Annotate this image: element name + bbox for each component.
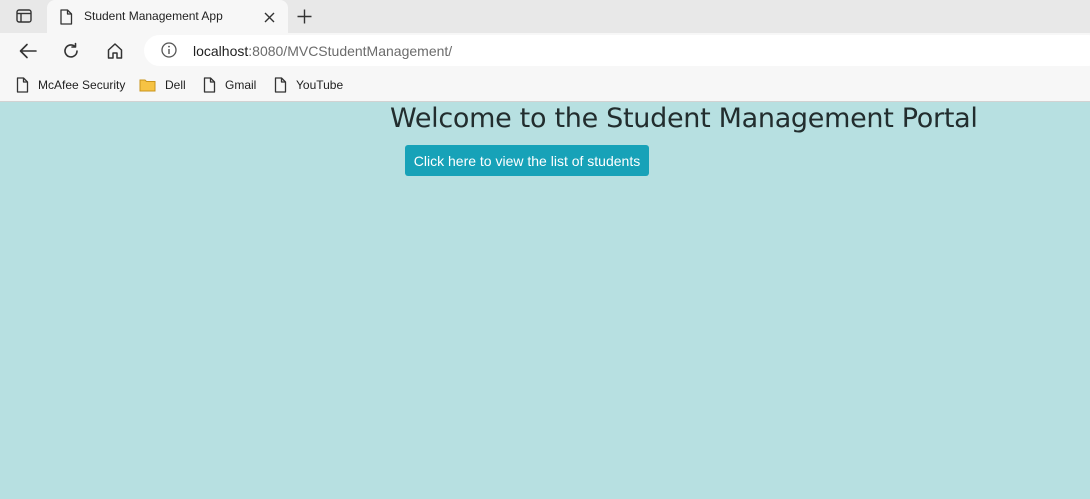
info-icon[interactable] — [161, 42, 177, 58]
tab-close-button[interactable] — [260, 8, 278, 26]
home-button[interactable] — [101, 38, 129, 64]
back-button[interactable] — [14, 38, 42, 64]
url-host: localhost — [193, 43, 249, 59]
bookmark-label: Dell — [165, 78, 186, 92]
bookmark-label: YouTube — [296, 78, 344, 92]
tab-actions-button[interactable] — [9, 4, 39, 28]
close-icon — [264, 12, 274, 22]
view-students-button[interactable]: Click here to view the list of students — [405, 145, 649, 176]
url-text[interactable]: localhost:8080/MVCStudentManagement/ — [193, 43, 452, 59]
page-content: Welcome to the Student Management Portal… — [0, 103, 1090, 499]
bookmark-label: Gmail — [225, 78, 257, 92]
browser-chrome: Student Management App localhost:8080/MV… — [0, 0, 1090, 103]
page-icon — [274, 77, 287, 93]
back-arrow-icon — [19, 43, 37, 59]
bookmark-mcafee-security[interactable]: McAfee Security — [16, 75, 125, 95]
bookmark-youtube[interactable]: YouTube — [274, 75, 343, 95]
sidebar-tabs-icon — [16, 9, 32, 23]
page-icon — [203, 77, 216, 93]
plus-icon — [297, 9, 311, 23]
bookmark-label: McAfee Security — [38, 78, 126, 92]
bookmark-dell[interactable]: Dell — [139, 75, 186, 95]
tab-title: Student Management App — [84, 9, 223, 23]
new-tab-button[interactable] — [292, 5, 316, 27]
refresh-button[interactable] — [57, 38, 85, 64]
home-icon — [107, 43, 123, 59]
bookmarks-bar: McAfee Security Dell Gmail YouTube — [0, 69, 1090, 102]
tab-student-management[interactable]: Student Management App — [47, 0, 288, 33]
address-bar[interactable]: localhost:8080/MVCStudentManagement/ — [144, 35, 1090, 66]
tab-strip: Student Management App — [0, 0, 1090, 33]
refresh-icon — [64, 42, 78, 58]
page-icon — [16, 77, 29, 93]
bookmark-gmail[interactable]: Gmail — [203, 75, 256, 95]
url-path: :8080/MVCStudentManagement/ — [248, 43, 453, 59]
folder-icon — [139, 79, 156, 92]
page-title: Welcome to the Student Management Portal — [390, 103, 978, 134]
page-icon — [60, 9, 73, 25]
browser-toolbar: localhost:8080/MVCStudentManagement/ — [0, 33, 1090, 69]
